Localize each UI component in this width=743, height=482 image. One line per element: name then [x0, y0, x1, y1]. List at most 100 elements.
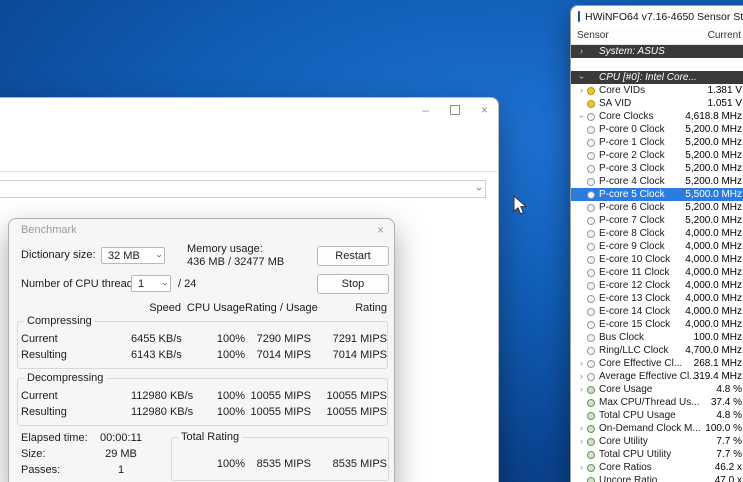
sensor-icon [587, 450, 595, 459]
cpu-usage-value: 100% [216, 405, 245, 418]
cpu-threads-select[interactable]: 1 › [131, 275, 171, 292]
sensor-row[interactable]: Bus Clock 100.0 MHz [571, 331, 743, 344]
expander-icon[interactable]: › [576, 463, 587, 472]
hwinfo-titlebar[interactable]: HWiNFO64 v7.16-4650 Sensor Status [571, 6, 743, 27]
expander-icon[interactable]: › [576, 86, 587, 95]
close-icon[interactable]: × [481, 103, 488, 117]
sensor-row[interactable]: › Average Effective Cl... 319.4 MHz [571, 370, 743, 383]
expander-icon[interactable]: › [576, 372, 587, 381]
maximize-icon[interactable] [449, 105, 460, 115]
total-rating-group: Total Rating [171, 431, 389, 481]
sensor-row[interactable]: › Core Clocks 4,618.8 MHz [571, 110, 743, 123]
sensor-value: 7.7 % [716, 449, 742, 460]
speed-value: 112980 KB/s [131, 405, 194, 418]
sensor-value: 100.0 MHz [693, 332, 742, 343]
sensor-row[interactable]: › Core Utility 7.7 % [571, 435, 743, 448]
sensor-row[interactable]: Total CPU Utility 7.7 % [571, 448, 743, 461]
memory-usage-value: 436 MB / 32477 MB [187, 256, 285, 268]
window-controls: – × [422, 103, 488, 117]
dictionary-size-select[interactable]: 32 MB › [101, 247, 165, 264]
decompressing-label: Decompressing [27, 372, 104, 384]
mouse-cursor [513, 195, 528, 215]
sensor-icon [587, 229, 595, 238]
benchmark-titlebar[interactable]: Benchmark × [9, 219, 394, 240]
sensor-row[interactable]: P-core 5 Clock 5,500.0 MHz [571, 188, 743, 201]
speed-value: 6143 KB/s [131, 348, 182, 361]
sensor-row[interactable]: P-core 2 Clock 5,200.0 MHz [571, 149, 743, 162]
hwinfo-column-header[interactable]: Sensor Current [571, 27, 743, 45]
sensor-icon [587, 268, 595, 277]
sensor-row[interactable]: P-core 3 Clock 5,200.0 MHz [571, 162, 743, 175]
sensor-row[interactable]: › On-Demand Clock M... 100.0 % [571, 422, 743, 435]
sensor-row[interactable]: Total CPU Usage 4.8 % [571, 409, 743, 422]
col-sensor[interactable]: Sensor [577, 30, 609, 41]
sensor-label: Core Usage [599, 384, 653, 395]
sensor-label: CPU [#0]: Intel Core... [599, 72, 697, 83]
sensor-row[interactable]: E-core 11 Clock 4,000.0 MHz [571, 266, 743, 279]
sensor-value: 4.8 % [716, 410, 742, 421]
chevron-down-icon: › [153, 253, 165, 258]
expander-icon[interactable]: › [576, 385, 587, 394]
sensor-row[interactable]: › Core VIDs 1.381 V [571, 84, 743, 97]
sensor-row[interactable]: E-core 14 Clock 4,000.0 MHz [571, 305, 743, 318]
sensor-icon [587, 255, 595, 264]
expander-icon[interactable]: › [576, 424, 587, 433]
sensor-row[interactable]: E-core 8 Clock 4,000.0 MHz [571, 227, 743, 240]
total-cpu-usage-value: 100% [216, 457, 245, 470]
sensor-row[interactable]: › CPU [#0]: Intel Core... [571, 71, 743, 84]
sensor-row[interactable]: Max CPU/Thread Us... 37.4 % [571, 396, 743, 409]
sensor-icon [587, 164, 595, 173]
col-current[interactable]: Current [708, 30, 741, 41]
expander-icon[interactable]: › [576, 359, 587, 368]
sensor-row[interactable]: P-core 1 Clock 5,200.0 MHz [571, 136, 743, 149]
sensor-label: P-core 6 Clock [599, 202, 665, 213]
cpu-threads-label: Number of CPU threads: [21, 278, 142, 290]
sensor-icon [587, 242, 595, 251]
sensor-label: Core Effective Cl... [599, 358, 683, 369]
sensor-value: 4,700.0 MHz [685, 345, 742, 356]
sensor-row[interactable]: E-core 13 Clock 4,000.0 MHz [571, 292, 743, 305]
sensor-row[interactable]: SA VID 1.051 V [571, 97, 743, 110]
row-label: Resulting [21, 405, 67, 418]
sensor-row[interactable]: Ring/LLC Clock 4,700.0 MHz [571, 344, 743, 357]
expander-icon[interactable]: › [577, 111, 587, 122]
minimize-icon[interactable]: – [422, 103, 429, 117]
sensor-icon [587, 398, 595, 407]
sensor-icon [587, 294, 595, 303]
sensor-row[interactable]: › Core Usage 4.8 % [571, 383, 743, 396]
sensor-label: System: ASUS [599, 46, 665, 57]
sensor-row[interactable]: E-core 10 Clock 4,000.0 MHz [571, 253, 743, 266]
chevron-down-icon: › [473, 187, 485, 191]
compressing-current-row: Current 6455 KB/s 100% 7290 MIPS 7291 MI… [9, 332, 394, 345]
sensor-row[interactable]: E-core 9 Clock 4,000.0 MHz [571, 240, 743, 253]
sensor-row[interactable]: E-core 15 Clock 4,000.0 MHz [571, 318, 743, 331]
sensor-row[interactable]: P-core 4 Clock 5,200.0 MHz [571, 175, 743, 188]
sensor-row[interactable]: E-core 12 Clock 4,000.0 MHz [571, 279, 743, 292]
sensor-label: E-core 12 Clock [599, 280, 671, 291]
sensor-row[interactable]: P-core 0 Clock 5,200.0 MHz [571, 123, 743, 136]
expander-icon[interactable]: › [576, 437, 587, 446]
expander-icon[interactable]: › [577, 72, 587, 83]
sensor-label: P-core 0 Clock [599, 124, 665, 135]
sensor-label: E-core 11 Clock [599, 267, 670, 278]
sensor-label: Ring/LLC Clock [599, 345, 669, 356]
sensor-icon [587, 112, 595, 121]
sensor-row[interactable]: P-core 7 Clock 5,200.0 MHz [571, 214, 743, 227]
address-combobox[interactable]: › [0, 180, 486, 198]
total-rating-row: 100% 8535 MIPS 8535 MIPS [9, 457, 394, 470]
close-icon[interactable]: × [377, 223, 384, 237]
expander-icon[interactable]: › [576, 47, 587, 56]
cpu-threads-total: / 24 [178, 278, 197, 290]
restart-button[interactable]: Restart [317, 246, 389, 266]
col-speed: Speed [149, 301, 181, 314]
sensor-row[interactable]: › Core Effective Cl... 268.1 MHz [571, 357, 743, 370]
sensor-row[interactable]: › System: ASUS [571, 45, 743, 58]
sensor-row[interactable]: › Core Ratios 46.2 x [571, 461, 743, 474]
desktop-background: – × › Benchmark × Dictionary size: 32 MB… [0, 0, 743, 482]
sensor-value: 4,000.0 MHz [685, 319, 742, 330]
stop-button[interactable]: Stop [317, 274, 389, 294]
sensor-row[interactable]: P-core 6 Clock 5,200.0 MHz [571, 201, 743, 214]
sensor-label: Max CPU/Thread Us... [599, 397, 700, 408]
sensor-label: P-core 5 Clock [599, 189, 665, 200]
sensor-row[interactable]: Uncore Ratio 47.0 x [571, 474, 743, 482]
